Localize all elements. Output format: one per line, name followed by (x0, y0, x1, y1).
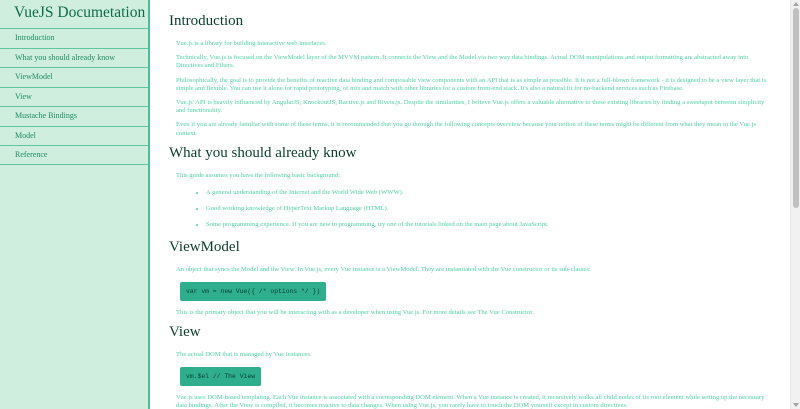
scroll-up-arrow-icon[interactable] (793, 2, 799, 6)
paragraph: This is the primary object that you will… (176, 308, 534, 316)
sidebar-item-view[interactable]: View (0, 86, 148, 107)
section-viewmodel: ViewModel An object that syncs the Model… (169, 238, 772, 317)
sidebar-nav: Introduction What you should already kno… (0, 28, 148, 165)
main-content: Introduction Vue.js is a library for bui… (152, 0, 790, 409)
code-block: vm.$el // The View (180, 367, 262, 387)
paragraph: Vue.js is a library for building interac… (176, 40, 327, 47)
prerequisite-list: A general understanding of the Internet … (169, 189, 772, 230)
sidebar-item-viewmodel[interactable]: ViewModel (0, 67, 148, 87)
sidebar-item-introduction[interactable]: Introduction (0, 28, 148, 48)
list-item: A general understanding of the Internet … (206, 189, 772, 197)
section-heading: ViewModel (169, 238, 240, 255)
section-introduction: Introduction Vue.js is a library for bui… (169, 12, 772, 138)
sidebar-item-model[interactable]: Model (0, 125, 148, 146)
paragraph: Philosophically, the goal is to provide … (176, 76, 767, 92)
list-item: Some programming experience. If you are … (206, 221, 772, 229)
section-heading: Introduction (169, 13, 244, 29)
section-view: View The actual DOM that is managed by V… (169, 323, 772, 409)
section-what-you-should-already-know: What you should already know This guide … (169, 144, 772, 230)
paragraph: This guide assumes you have the followin… (176, 171, 341, 179)
section-heading: View (169, 324, 201, 341)
paragraph: An object that syncs the Model and the V… (176, 265, 591, 273)
paragraph: The actual DOM that is managed by Vue in… (176, 351, 312, 359)
list-item: Good working knowledge of HyperText Mark… (206, 205, 772, 213)
brand-title[interactable]: VueJS Documetation (0, 0, 148, 28)
paragraph: Even if you are already familiar with so… (176, 121, 756, 137)
vertical-scrollbar[interactable] (790, 0, 800, 409)
scroll-down-arrow-icon[interactable] (793, 403, 799, 407)
sidebar-item-mustache-bindings[interactable]: Mustache Bindings (0, 106, 148, 126)
paragraph: Vue.js uses DOM-based templating. Each V… (176, 394, 765, 409)
paragraph: Technically, Vue.js is focused on the Vi… (176, 54, 749, 70)
sidebar-item-what-you-should-already-know[interactable]: What you should already know (0, 47, 148, 68)
section-heading: What you should already know (169, 144, 357, 161)
paragraph: Vue.js' API is heavily influenced by Ang… (176, 99, 765, 115)
sidebar-item-reference[interactable]: Reference (0, 145, 148, 165)
code-block: var vm = new Vue({ /* options */ }) (180, 281, 327, 301)
sidebar: VueJS Documetation Introduction What you… (0, 0, 150, 409)
scrollbar-thumb[interactable] (793, 8, 799, 208)
